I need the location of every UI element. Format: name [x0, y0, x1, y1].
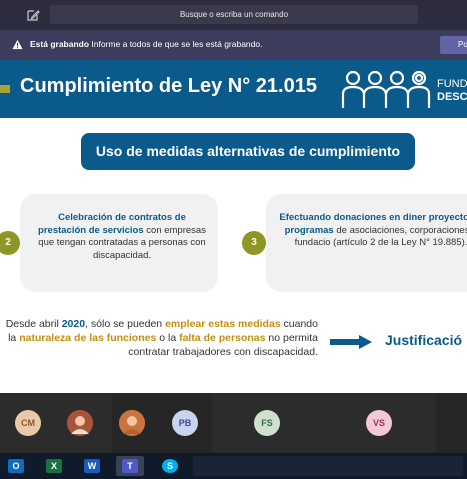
shared-slide: Cumplimiento de Ley N° 21.015 FUND DESC …	[0, 60, 467, 393]
note-text: , sólo se pueden	[85, 318, 166, 330]
teams-top-bar: Busque o escriba un comando	[0, 0, 467, 30]
slide-title: Cumplimiento de Ley N° 21.015	[20, 75, 317, 97]
note-highlight: falta de personas	[179, 332, 266, 344]
warning-icon	[12, 39, 23, 50]
person-photo-icon	[119, 410, 145, 436]
word-icon: W	[84, 459, 100, 473]
avatar[interactable]: CM	[15, 410, 41, 436]
foundation-logo-icon	[341, 70, 431, 108]
avatar[interactable]: VS	[366, 410, 392, 436]
note-year: 2020	[61, 318, 86, 330]
note-text: Desde abril	[5, 318, 62, 330]
recording-message: Está grabando Informe a todos de que se …	[30, 39, 262, 49]
avatar-initials: FS	[261, 418, 273, 428]
excel-taskbar-button[interactable]: X	[40, 456, 68, 476]
note-text: o la	[156, 332, 180, 344]
recording-action-button[interactable]: Po	[440, 36, 467, 54]
note-highlight: naturaleza de las funciones	[19, 332, 157, 344]
search-input[interactable]: Busque o escriba un comando	[50, 5, 418, 24]
skype-taskbar-button[interactable]: S	[156, 456, 184, 476]
recording-banner: Está grabando Informe a todos de que se …	[0, 30, 467, 60]
header-accent	[0, 85, 10, 93]
option-card-2: Celebración de contratos de prestación d…	[20, 194, 218, 292]
avatar-photo[interactable]	[119, 410, 145, 436]
excel-icon: X	[46, 459, 62, 473]
arrow-right-icon	[330, 335, 372, 349]
slide-header: Cumplimiento de Ley N° 21.015 FUND DESC	[0, 60, 467, 118]
teams-icon: T	[122, 459, 138, 473]
restriction-note: Desde abril 2020, sólo se pueden emplear…	[0, 317, 318, 359]
windows-taskbar: O X W T S	[0, 453, 467, 479]
step-number-badge: 3	[242, 231, 266, 255]
skype-icon: S	[162, 459, 178, 473]
step-number-badge: 2	[0, 231, 20, 255]
avatar-photo[interactable]	[67, 410, 93, 436]
outlook-taskbar-button[interactable]: O	[2, 456, 30, 476]
avatar-initials: PB	[178, 418, 192, 428]
avatar[interactable]: FS	[254, 410, 280, 436]
taskbar-tray	[193, 456, 463, 476]
avatar[interactable]: PB	[172, 410, 198, 436]
word-taskbar-button[interactable]: W	[78, 456, 106, 476]
note-highlight: emplear estas medidas	[165, 318, 281, 330]
recording-text: Informe a todos de que se les está graba…	[91, 39, 263, 49]
screen: Busque o escriba un comando Está graband…	[0, 0, 467, 479]
logo-text-line1: FUND	[437, 78, 467, 90]
justification-heading: Justificació	[385, 332, 463, 348]
slide-subtitle: Uso de medidas alternativas de cumplimie…	[81, 133, 415, 170]
recording-label: Está grabando	[30, 39, 90, 49]
option-card-3: Efectuando donaciones en diner proyectos…	[266, 194, 467, 292]
person-photo-icon	[67, 410, 93, 436]
avatar-initials: CM	[21, 418, 35, 428]
teams-taskbar-button[interactable]: T	[116, 456, 144, 476]
avatar-initials: VS	[372, 418, 385, 428]
compose-icon[interactable]	[26, 8, 40, 22]
participants-strip: CM PB FS VS	[0, 393, 467, 453]
outlook-icon: O	[8, 459, 24, 473]
logo-text-line2: DESC	[437, 91, 467, 103]
